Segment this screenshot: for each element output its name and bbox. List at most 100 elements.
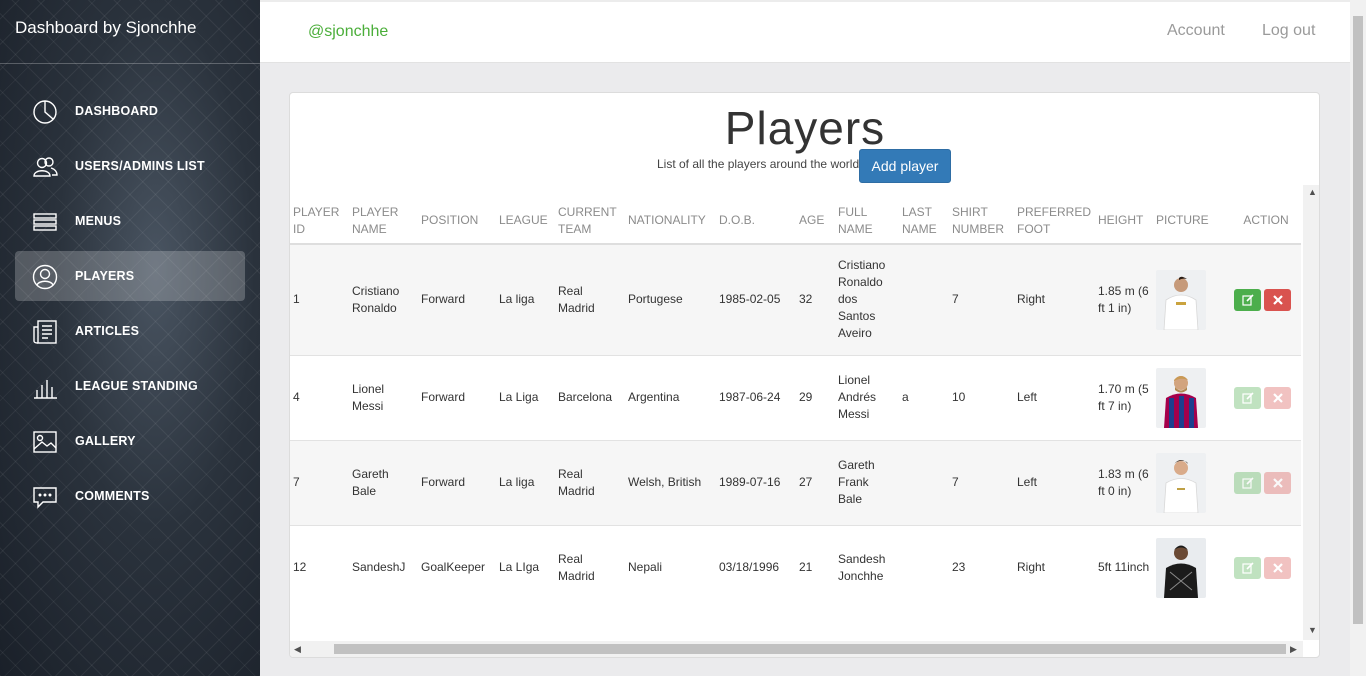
sidebar-item-users[interactable]: USERS/ADMINS LIST (15, 141, 245, 191)
cell-shirt-number: 23 (949, 524, 1014, 610)
sidebar-item-dashboard[interactable]: DASHBOARD (15, 86, 245, 136)
cell-position: GoalKeeper (418, 524, 496, 610)
edit-icon (1241, 562, 1254, 574)
cell-nationality: Nepali (625, 524, 716, 610)
cell-team: Real Madrid (555, 243, 625, 355)
sidebar-item-label: PLAYERS (75, 269, 135, 283)
sidebar-item-players[interactable]: PLAYERS (15, 251, 245, 301)
cell-picture (1153, 439, 1231, 525)
cell-shirt-number: 7 (949, 439, 1014, 525)
logout-link[interactable]: Log out (1262, 22, 1315, 40)
cell-player-name: Cristiano Ronaldo (349, 243, 418, 355)
add-player-button[interactable]: Add player (859, 149, 951, 183)
edit-icon (1241, 294, 1254, 306)
column-header: AGE (796, 198, 835, 245)
delete-player-button[interactable] (1264, 556, 1291, 579)
cell-action (1231, 439, 1301, 525)
scroll-left-icon[interactable]: ◀ (294, 644, 301, 655)
cell-height: 1.70 m (5 ft 7 in) (1095, 354, 1153, 440)
delete-player-button[interactable] (1264, 288, 1291, 311)
cell-age: 29 (796, 354, 835, 440)
players-card: Players List of all the players around t… (289, 92, 1320, 658)
scroll-up-icon[interactable]: ▲ (1308, 187, 1317, 197)
close-icon (1272, 392, 1283, 403)
cell-nationality: Welsh, British (625, 439, 716, 525)
user-handle-link[interactable]: @sjonchhe (308, 23, 388, 41)
cell-age: 32 (796, 243, 835, 355)
table-row: 1 Cristiano Ronaldo Forward La liga Real… (290, 243, 1301, 355)
table-row: 4 Lionel Messi Forward La Liga Barcelona… (290, 354, 1301, 440)
cell-dob: 1987-06-24 (716, 354, 796, 440)
player-photo (1156, 452, 1206, 513)
column-header: PICTURE (1153, 198, 1231, 245)
player-photo (1156, 537, 1206, 598)
cell-dob: 1989-07-16 (716, 439, 796, 525)
brand-title[interactable]: Dashboard by Sjonchhe (15, 18, 196, 38)
cell-age: 27 (796, 439, 835, 525)
cell-position: Forward (418, 354, 496, 440)
cell-foot: Left (1014, 439, 1095, 525)
edit-player-button[interactable] (1234, 386, 1261, 409)
delete-player-button[interactable] (1264, 471, 1291, 494)
cell-league: La LIga (496, 524, 555, 610)
player-photo (1156, 367, 1206, 428)
cell-player-name: Gareth Bale (349, 439, 418, 525)
delete-player-button[interactable] (1264, 386, 1291, 409)
cell-team: Barcelona (555, 354, 625, 440)
table-vertical-scrollbar[interactable]: ▲ ▼ (1303, 185, 1319, 640)
column-header: PLAYER ID (290, 198, 349, 245)
cell-action (1231, 354, 1301, 440)
sidebar-item-label: DASHBOARD (75, 104, 159, 118)
edit-player-button[interactable] (1234, 556, 1261, 579)
cell-height: 5ft 11inch (1095, 524, 1153, 610)
page-scrollbar[interactable] (1350, 0, 1366, 676)
sidebar-item-label: USERS/ADMINS LIST (75, 159, 205, 173)
sidebar-item-menus[interactable]: MENUS (15, 196, 245, 246)
edit-player-button[interactable] (1234, 471, 1261, 494)
close-icon (1272, 477, 1283, 488)
cell-age: 21 (796, 524, 835, 610)
table-row: 12 SandeshJ GoalKeeper La LIga Real Madr… (290, 524, 1301, 610)
close-icon (1272, 294, 1283, 305)
sidebar-item-label: COMMENTS (75, 489, 150, 503)
column-header: LAST NAME (899, 198, 949, 245)
sidebar-item-league-standing[interactable]: LEAGUE STANDING (15, 361, 245, 411)
table-horizontal-scrollbar[interactable]: ◀ ▶ (290, 641, 1303, 657)
cell-picture (1153, 243, 1231, 355)
scroll-down-icon[interactable]: ▼ (1308, 625, 1317, 635)
page-title: Players (724, 102, 886, 154)
cell-dob: 1985-02-05 (716, 243, 796, 355)
cell-foot: Right (1014, 243, 1095, 355)
cell-dob: 03/18/1996 (716, 524, 796, 610)
cell-action (1231, 243, 1301, 355)
sidebar-item-comments[interactable]: COMMENTS (15, 471, 245, 521)
column-header: SHIRT NUMBER (949, 198, 1014, 245)
edit-icon (1241, 476, 1254, 489)
column-header: PLAYER NAME (349, 198, 418, 245)
cell-shirt-number: 7 (949, 243, 1014, 355)
column-header: CURRENT TEAM (555, 198, 625, 245)
page-scrollbar-thumb[interactable] (1353, 16, 1363, 624)
account-link[interactable]: Account (1167, 22, 1225, 40)
players-table-container[interactable]: PLAYER ID PLAYER NAME POSITION LEAGUE CU… (290, 198, 1303, 646)
pie-chart-icon (32, 99, 58, 125)
cell-height: 1.83 m (6 ft 0 in) (1095, 439, 1153, 525)
sidebar: Dashboard by Sjonchhe DASHBOARD USERS/AD… (0, 0, 260, 676)
sidebar-item-gallery[interactable]: GALLERY (15, 416, 245, 466)
divider (0, 63, 260, 64)
cell-league: La Liga (496, 354, 555, 440)
edit-player-button[interactable] (1234, 288, 1261, 311)
cell-player-id: 1 (290, 243, 349, 355)
topbar: @sjonchhe Account Log out (260, 0, 1350, 63)
sidebar-item-label: LEAGUE STANDING (75, 379, 198, 393)
sidebar-item-articles[interactable]: ARTICLES (15, 306, 245, 356)
table-horizontal-scrollbar-thumb[interactable] (334, 644, 1286, 654)
sidebar-item-label: GALLERY (75, 434, 136, 448)
sidebar-nav: DASHBOARD USERS/ADMINS LIST MENUS PLAYER… (15, 86, 245, 526)
cell-player-id: 7 (290, 439, 349, 525)
column-header: D.O.B. (716, 198, 796, 245)
cell-player-id: 12 (290, 524, 349, 610)
column-header: FULL NAME (835, 198, 899, 245)
cell-last-name (899, 439, 949, 525)
scroll-right-icon[interactable]: ▶ (1290, 644, 1297, 655)
